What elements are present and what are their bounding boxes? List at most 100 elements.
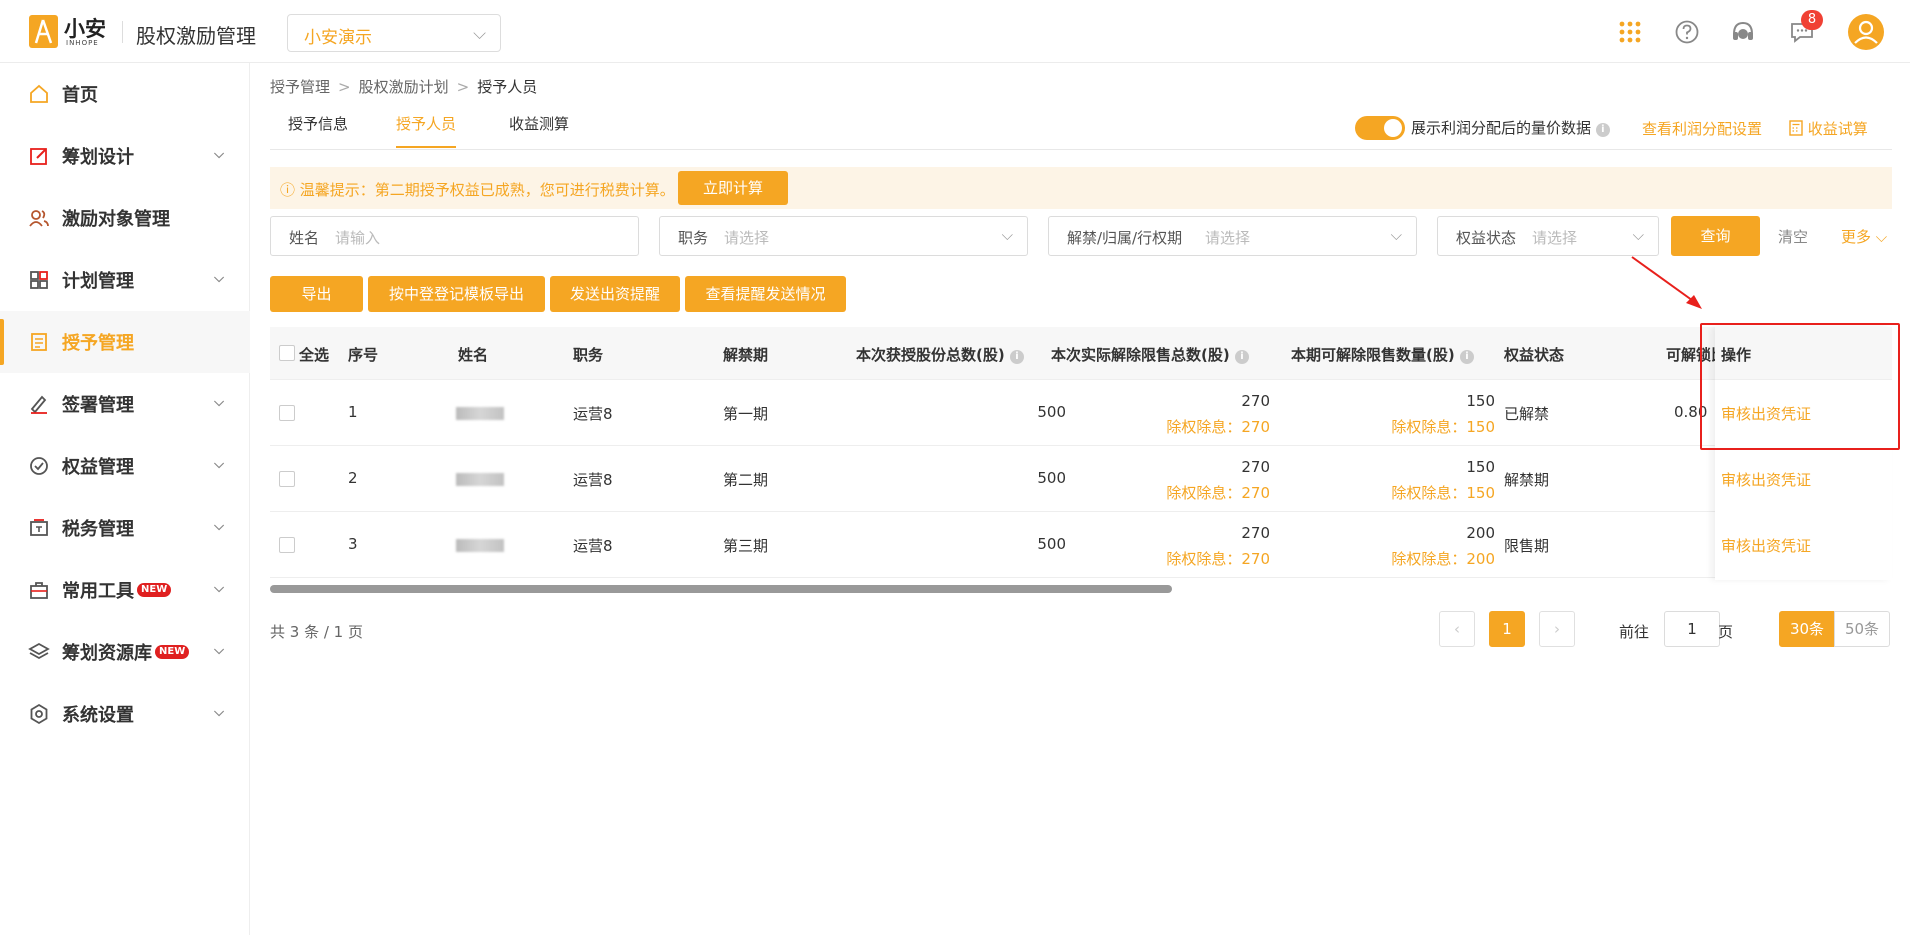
- send-payment-reminder-button[interactable]: 发送出资提醒: [550, 276, 680, 312]
- status-filter[interactable]: 权益状态 请选择 ⌵: [1437, 216, 1659, 256]
- chevron-right-icon: >: [456, 78, 470, 96]
- notice-text: ⓘ 温馨提示：第二期授予权益已成熟，您可进行税费计算。: [280, 179, 675, 200]
- sidebar-item-grant-management[interactable]: 授予管理: [0, 311, 250, 373]
- goto-unit: 页: [1718, 623, 1734, 641]
- cell-total: 500: [1037, 469, 1066, 487]
- cell-releasable-sub: 除权除息：150: [1391, 418, 1495, 436]
- row-checkbox[interactable]: [279, 405, 295, 421]
- breadcrumb-item[interactable]: 授予管理: [270, 78, 330, 96]
- period-filter[interactable]: 解禁/归属/行权期 请选择 ⌵: [1048, 216, 1417, 256]
- info-icon: i: [1009, 350, 1024, 364]
- next-page-button[interactable]: ›: [1539, 611, 1575, 647]
- breadcrumb-item[interactable]: 股权激励计划: [359, 78, 449, 96]
- help-icon[interactable]: [1674, 19, 1700, 45]
- select-all-checkbox[interactable]: [279, 345, 295, 361]
- sidebar-item-label: 常用工具: [62, 581, 134, 602]
- tab-grant-info[interactable]: 授予信息: [288, 113, 348, 134]
- position-filter[interactable]: 职务 请选择 ⌵: [659, 216, 1028, 256]
- cell-released: 270: [1241, 458, 1270, 476]
- cell-released-sub: 除权除息：270: [1166, 418, 1270, 436]
- logo-subtitle: INHOPE: [66, 39, 99, 47]
- new-tag: NEW: [137, 583, 172, 597]
- export-csdc-template-button[interactable]: 按中登登记模板导出: [368, 276, 545, 312]
- sidebar-item-home[interactable]: 首页: [0, 63, 250, 125]
- scrollbar-thumb[interactable]: [270, 585, 1172, 593]
- sign-icon: [30, 395, 47, 414]
- info-icon: i: [1595, 123, 1610, 137]
- sidebar-item-tax[interactable]: 税务管理 ⌵: [0, 497, 250, 559]
- pagination-summary: 共 3 条 / 1 页: [270, 623, 363, 641]
- more-filters-button[interactable]: 更多 ⌵: [1841, 226, 1887, 247]
- sidebar-item-planning[interactable]: 筹划设计 ⌵: [0, 125, 250, 187]
- chevron-down-icon: ⌵: [1632, 226, 1644, 244]
- system-title: 股权激励管理: [136, 24, 256, 48]
- profit-distribution-toggle[interactable]: [1355, 116, 1405, 140]
- table-row: 2 运营8 第二期 500 270 除权除息：270 150 除权除息：150 …: [270, 446, 1892, 512]
- export-button[interactable]: 导出: [270, 276, 363, 312]
- view-reminder-status-button[interactable]: 查看提醒发送情况: [685, 276, 846, 312]
- annotation-arrow: [1631, 256, 1702, 309]
- cell-index: 3: [348, 535, 358, 553]
- sidebar-item-equity[interactable]: 权益管理 ⌵: [0, 435, 250, 497]
- position-filter-placeholder: 请选择: [724, 229, 770, 247]
- company-select[interactable]: 小安演示 ⌵: [287, 14, 501, 52]
- more-label: 更多: [1841, 228, 1872, 246]
- table-row: 1 运营8 第一期 500 270 除权除息：270 150 除权除息：150 …: [270, 380, 1892, 446]
- row-checkbox[interactable]: [279, 471, 295, 487]
- toolbox-icon: [30, 582, 48, 599]
- query-button[interactable]: 查询: [1671, 216, 1760, 256]
- page-size-50-button[interactable]: 50条: [1834, 611, 1890, 647]
- sidebar-item-resource-library[interactable]: 筹划资源库 NEW ⌵: [0, 621, 250, 683]
- name-filter[interactable]: 姓名 请输入: [270, 216, 639, 256]
- row-checkbox[interactable]: [279, 537, 295, 553]
- review-payment-proof-link[interactable]: 审核出资凭证: [1721, 469, 1811, 490]
- page-number-button[interactable]: 1: [1489, 611, 1525, 647]
- view-profit-settings-link[interactable]: 查看利润分配设置: [1642, 118, 1762, 139]
- chevron-down-icon: ⌵: [214, 457, 224, 472]
- sidebar-item-signing[interactable]: 签署管理 ⌵: [0, 373, 250, 435]
- calculate-now-button[interactable]: 立即计算: [678, 171, 788, 205]
- cell-status: 解禁期: [1504, 471, 1550, 489]
- sidebar-item-settings[interactable]: 系统设置 ⌵: [0, 683, 250, 745]
- edit-icon: [30, 148, 47, 165]
- apps-grid-icon[interactable]: [1617, 19, 1643, 45]
- chevron-down-icon: ⌵: [214, 271, 224, 286]
- sidebar-item-incentive-objects[interactable]: 激励对象管理: [0, 187, 250, 249]
- goto-page-input[interactable]: 1: [1664, 611, 1720, 647]
- col-total: 本次获授股份总数(股) i: [856, 344, 1024, 365]
- col-select-all: 全选: [299, 346, 330, 364]
- cell-releasable-sub: 除权除息：150: [1391, 484, 1495, 502]
- clear-button[interactable]: 清空: [1778, 226, 1808, 247]
- avatar[interactable]: [1848, 14, 1884, 50]
- info-icon: i: [1234, 350, 1249, 364]
- sidebar-item-tools[interactable]: 常用工具 NEW ⌵: [0, 559, 250, 621]
- sidebar-item-plan-management[interactable]: 计划管理 ⌵: [0, 249, 250, 311]
- tab-grantees[interactable]: 授予人员: [396, 113, 457, 148]
- prev-page-button[interactable]: ‹: [1439, 611, 1475, 647]
- customer-service-icon[interactable]: [1730, 19, 1756, 45]
- sidebar: 首页 筹划设计 ⌵ 激励对象管理 计划管理 ⌵ 授予管理 签署管理 ⌵ 权益管理…: [0, 63, 250, 935]
- chevron-down-icon: ⌵: [1875, 228, 1888, 246]
- info-circle-icon: ⓘ: [280, 181, 296, 199]
- tabs-divider: [270, 149, 1892, 150]
- col-status: 权益状态: [1504, 346, 1565, 364]
- breadcrumb-current: 授予人员: [477, 78, 538, 96]
- cell-total: 500: [1037, 403, 1066, 421]
- page-size-30-button[interactable]: 30条: [1779, 611, 1835, 647]
- cell-released: 270: [1241, 524, 1270, 542]
- top-header: 小安 INHOPE 股权激励管理 小安演示 ⌵ 8: [0, 0, 1910, 63]
- position-filter-label: 职务: [678, 229, 709, 247]
- sidebar-item-label: 计划管理: [62, 271, 134, 292]
- review-payment-proof-link[interactable]: 审核出资凭证: [1721, 535, 1811, 556]
- horizontal-scrollbar[interactable]: [270, 580, 1892, 594]
- logo-divider: [122, 21, 123, 43]
- name-filter-input[interactable]: 请输入: [335, 227, 380, 248]
- income-calc-link[interactable]: 收益试算: [1789, 118, 1868, 139]
- info-icon: i: [1459, 350, 1474, 364]
- tab-income-estimate[interactable]: 收益测算: [509, 113, 569, 134]
- blurred-name: [456, 473, 504, 486]
- sidebar-item-label: 授予管理: [62, 333, 134, 354]
- cell-releasable: 150: [1466, 392, 1495, 410]
- sidebar-item-label: 筹划资源库: [62, 643, 152, 664]
- grantees-table: 全选 序号 姓名 职务 解禁期 本次获授股份总数(股) i 本次实际解除限售总数…: [270, 327, 1892, 593]
